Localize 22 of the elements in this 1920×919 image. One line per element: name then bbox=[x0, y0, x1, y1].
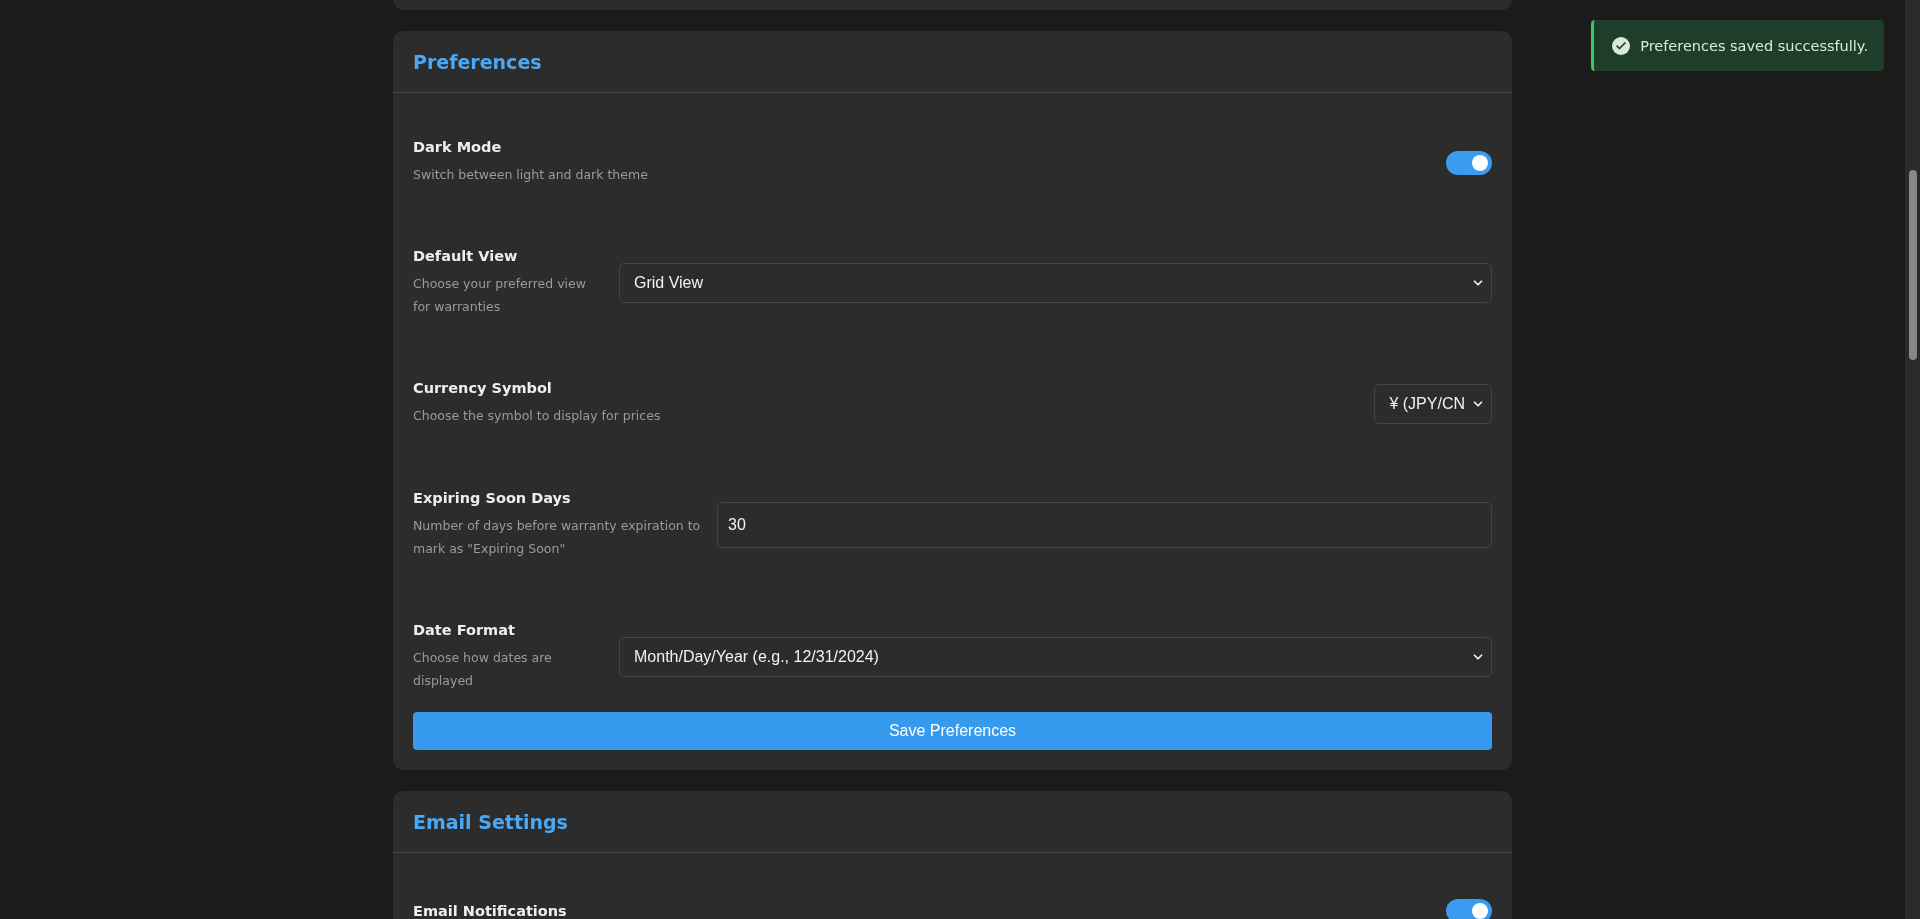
dropdown-select[interactable]: ¥ (JPY/CN bbox=[1374, 383, 1492, 424]
setting-label: Default View bbox=[413, 248, 519, 265]
setting-description: Choose your preferred view for warranties bbox=[413, 275, 587, 317]
dropdown-select[interactable]: Month/Day/Year (e.g., 12/31/2024) bbox=[619, 636, 1492, 677]
setting-label: Date Format bbox=[413, 621, 516, 638]
section-title: Email Settings bbox=[413, 810, 568, 833]
setting-label: Dark Mode bbox=[413, 139, 503, 155]
toast-message: Preferences saved successfully. bbox=[1640, 37, 1868, 54]
setting-description: Choose how dates are displayed bbox=[413, 648, 553, 690]
number-input[interactable]: 30 bbox=[717, 501, 1492, 548]
section-title: Preferences bbox=[413, 50, 542, 73]
setting-description: Choose the symbol to display for prices bbox=[413, 407, 661, 426]
dropdown-select[interactable]: Grid View bbox=[619, 263, 1492, 304]
setting-label: Currency Symbol bbox=[413, 380, 553, 397]
setting-label: Email Notifications bbox=[413, 903, 567, 919]
check-circle-icon bbox=[1612, 36, 1631, 55]
setting-description: Switch between light and dark theme bbox=[413, 166, 648, 184]
setting-description: Number of days before warranty expiration to mark as "Expiring Soon" bbox=[413, 516, 702, 558]
setting-label: Expiring Soon Days bbox=[413, 489, 572, 506]
toggle-switch[interactable] bbox=[1446, 899, 1492, 919]
scrollbar[interactable] bbox=[1905, 0, 1920, 919]
toggle-switch[interactable] bbox=[1446, 150, 1492, 175]
